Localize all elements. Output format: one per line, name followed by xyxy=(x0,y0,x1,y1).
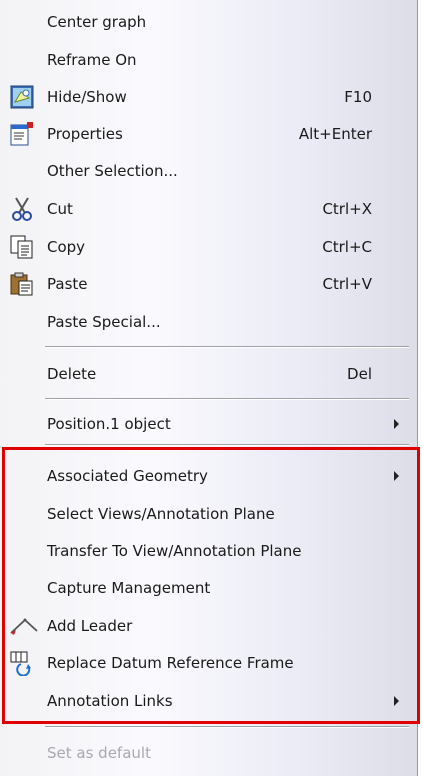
paste-icon xyxy=(9,271,35,297)
menu-separator xyxy=(45,726,409,728)
menu-item-paste[interactable]: Paste Ctrl+V xyxy=(0,266,412,302)
menu-item-other-selection[interactable]: Other Selection... xyxy=(0,153,412,189)
menu-item-delete[interactable]: Delete Del xyxy=(0,356,412,392)
submenu-arrow-icon xyxy=(394,696,399,706)
datum-reference-frame-icon xyxy=(9,650,35,677)
menu-item-label: Paste xyxy=(47,275,88,293)
submenu-arrow-icon xyxy=(394,419,399,429)
menu-item-label: Replace Datum Reference Frame xyxy=(47,654,294,672)
menu-item-transfer-to-view[interactable]: Transfer To View/Annotation Plane xyxy=(0,533,412,569)
menu-item-label: Paste Special... xyxy=(47,313,161,331)
context-menu: Center graph Reframe On Hide/Show F10 Pr… xyxy=(0,0,418,776)
menu-item-shortcut: Ctrl+V xyxy=(322,275,372,293)
menu-item-label: Associated Geometry xyxy=(47,467,208,485)
menu-item-set-as-default: Set as default xyxy=(0,735,412,771)
menu-item-select-views[interactable]: Select Views/Annotation Plane xyxy=(0,496,412,532)
menu-separator xyxy=(45,398,409,400)
copy-icon xyxy=(9,234,35,260)
hide-show-icon xyxy=(9,84,35,110)
menu-item-hide-show[interactable]: Hide/Show F10 xyxy=(0,79,412,115)
menu-item-label: Add Leader xyxy=(47,617,133,635)
menu-item-shortcut: Del xyxy=(347,365,372,383)
menu-item-label: Copy xyxy=(47,238,86,256)
properties-icon xyxy=(9,121,35,147)
scissors-icon xyxy=(9,196,35,222)
menu-item-label: Annotation Links xyxy=(47,692,173,710)
menu-item-label: Cut xyxy=(47,200,73,218)
menu-item-shortcut: F10 xyxy=(344,88,372,106)
menu-item-label: Transfer To View/Annotation Plane xyxy=(47,542,302,560)
menu-item-annotation-links[interactable]: Annotation Links xyxy=(0,683,412,719)
menu-item-associated-geometry[interactable]: Associated Geometry xyxy=(0,458,412,494)
menu-item-shortcut: Alt+Enter xyxy=(298,125,372,143)
menu-item-capture-management[interactable]: Capture Management xyxy=(0,570,412,606)
menu-item-shortcut: Ctrl+C xyxy=(322,238,372,256)
menu-item-label: Center graph xyxy=(47,13,147,31)
menu-item-copy[interactable]: Copy Ctrl+C xyxy=(0,229,412,265)
menu-item-paste-special[interactable]: Paste Special... xyxy=(0,304,412,340)
menu-item-shortcut: Ctrl+X xyxy=(322,200,372,218)
menu-item-cut[interactable]: Cut Ctrl+X xyxy=(0,191,412,227)
menu-separator xyxy=(45,444,409,446)
menu-item-label: Hide/Show xyxy=(47,88,127,106)
menu-item-label: Delete xyxy=(47,365,97,383)
menu-item-position-object[interactable]: Position.1 object xyxy=(0,406,412,442)
menu-item-label: Properties xyxy=(47,125,123,143)
menu-item-label: Reframe On xyxy=(47,51,137,69)
menu-separator xyxy=(45,346,409,348)
menu-item-center-graph[interactable]: Center graph xyxy=(0,4,412,40)
menu-item-reframe-on[interactable]: Reframe On xyxy=(0,42,412,78)
menu-item-label: Set as default xyxy=(47,744,151,762)
menu-item-label: Other Selection... xyxy=(47,162,178,180)
submenu-arrow-icon xyxy=(394,471,399,481)
menu-item-label: Select Views/Annotation Plane xyxy=(47,505,275,523)
menu-item-replace-datum-reference-frame[interactable]: Replace Datum Reference Frame xyxy=(0,645,412,681)
menu-item-add-leader[interactable]: Add Leader xyxy=(0,608,412,644)
add-leader-icon xyxy=(9,613,38,639)
menu-item-label: Position.1 object xyxy=(47,415,171,433)
menu-item-label: Capture Management xyxy=(47,579,211,597)
menu-item-properties[interactable]: Properties Alt+Enter xyxy=(0,116,412,152)
